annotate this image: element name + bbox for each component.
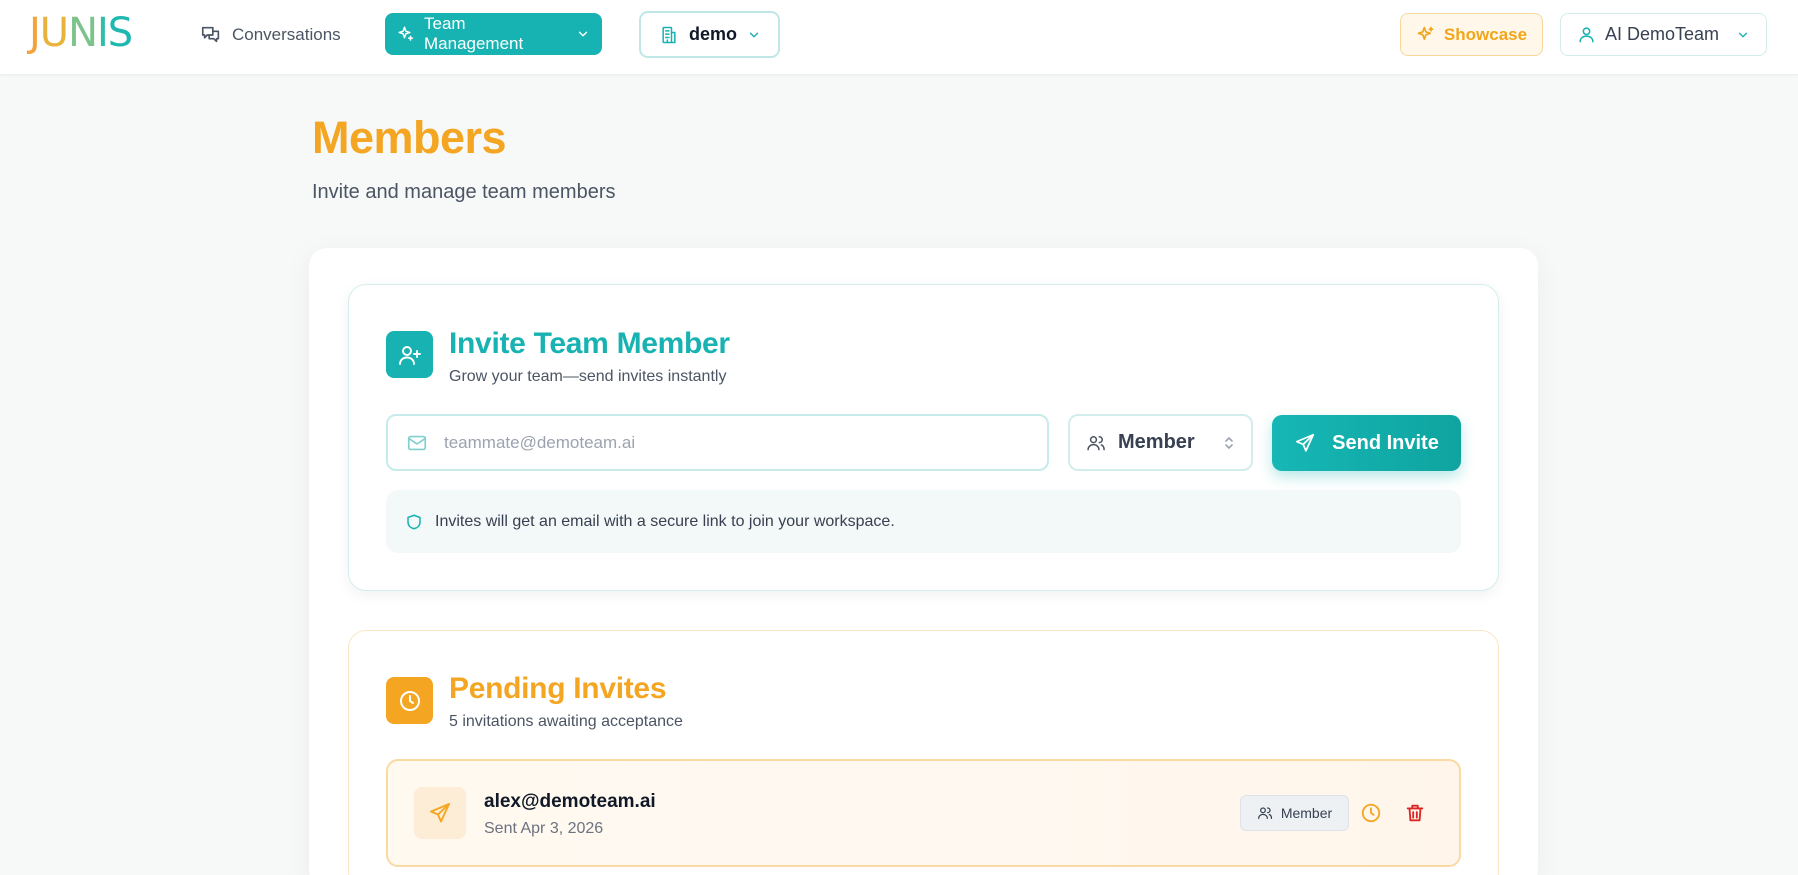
nav-team-management-label: Team Management xyxy=(424,14,524,53)
page-title: Members xyxy=(312,112,507,163)
users-icon xyxy=(1257,805,1273,821)
chevron-down-icon xyxy=(747,28,761,42)
showcase-button[interactable]: Showcase xyxy=(1400,13,1543,56)
mail-icon xyxy=(406,432,428,454)
top-nav-bar: JUNIS Conversations Team Management demo… xyxy=(0,0,1798,75)
logo-letter-n: N xyxy=(68,10,98,56)
logo-letter-u: U xyxy=(39,10,69,56)
email-field[interactable] xyxy=(386,414,1049,471)
user-plus-icon xyxy=(386,331,433,378)
chevron-down-icon xyxy=(576,27,590,41)
send-icon xyxy=(414,787,466,839)
building-icon xyxy=(659,25,679,45)
page-subtitle: Invite and manage team members xyxy=(312,181,616,203)
workspace-select[interactable]: demo xyxy=(639,11,780,58)
workspace-name: demo xyxy=(689,24,738,44)
invite-notice: Invites will get an email with a secure … xyxy=(386,490,1461,553)
user-icon xyxy=(1577,25,1596,44)
user-menu[interactable]: AI DemoTeam xyxy=(1560,13,1767,56)
role-selected-value: Member xyxy=(1118,431,1195,453)
nav-conversations[interactable]: Conversations xyxy=(200,18,341,52)
invite-sent-date: Sent Apr 3, 2026 xyxy=(484,820,604,837)
invite-role-label: Member xyxy=(1280,805,1333,821)
logo-letter-s: S xyxy=(107,10,133,56)
send-icon xyxy=(1294,432,1316,454)
clock-icon xyxy=(386,677,433,724)
logo-letter-j: J xyxy=(29,10,41,56)
nav-team-management[interactable]: Team Management xyxy=(385,13,602,55)
send-invite-label: Send Invite xyxy=(1332,431,1439,454)
pending-invite-row: alex@demoteam.ai Sent Apr 3, 2026 Member xyxy=(386,759,1461,867)
junis-logo[interactable]: JUNIS xyxy=(29,10,133,56)
chevron-down-icon xyxy=(1736,28,1750,42)
shield-icon xyxy=(405,513,423,531)
sparkles-icon xyxy=(397,25,415,43)
invite-card-title: Invite Team Member xyxy=(449,327,730,360)
chat-bubbles-icon xyxy=(200,24,222,46)
showcase-label: Showcase xyxy=(1443,24,1528,44)
delete-trash-icon[interactable] xyxy=(1404,802,1426,824)
logo-letter-i: I xyxy=(97,10,109,56)
pending-invites-title: Pending Invites xyxy=(449,672,667,705)
user-name: AI DemoTeam xyxy=(1605,24,1720,44)
email-input[interactable] xyxy=(444,432,1004,453)
invite-email: alex@demoteam.ai xyxy=(484,791,656,812)
pending-invites-subtitle: 5 invitations awaiting acceptance xyxy=(449,713,683,730)
chevron-up-down-icon xyxy=(1223,435,1235,451)
send-invite-button[interactable]: Send Invite xyxy=(1272,415,1461,471)
invite-card-subtitle: Grow your team—send invites instantly xyxy=(449,368,727,385)
resend-clock-icon[interactable] xyxy=(1360,802,1382,824)
users-icon xyxy=(1086,433,1106,453)
role-select[interactable]: Member xyxy=(1068,414,1253,471)
invite-notice-text: Invites will get an email with a secure … xyxy=(435,512,895,530)
invite-role-badge: Member xyxy=(1240,795,1349,831)
nav-conversations-label: Conversations xyxy=(232,25,341,44)
sparkles-icon xyxy=(1416,25,1436,45)
